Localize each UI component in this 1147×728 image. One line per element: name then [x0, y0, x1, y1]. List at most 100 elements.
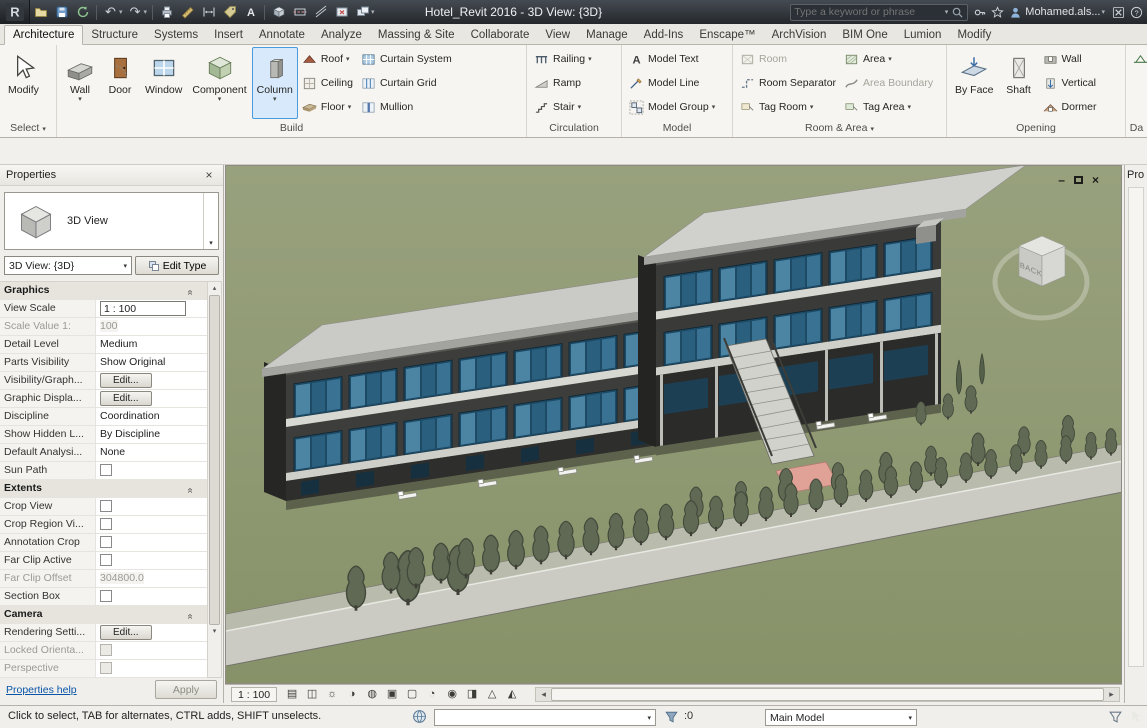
column-button[interactable]: Column ▾ [251, 47, 298, 119]
ribbon-tab[interactable]: Modify [949, 26, 999, 44]
scroll-right-icon[interactable]: ▸ [1104, 688, 1119, 701]
drawing-area[interactable]: BACK – × [225, 165, 1122, 684]
property-value[interactable]: Show Original Show Original [96, 354, 207, 371]
3d-view-canvas[interactable]: BACK [226, 166, 1122, 684]
switch-windows-icon[interactable] [352, 2, 373, 22]
worksets-icon[interactable] [412, 709, 428, 725]
ribbon-tab[interactable]: View [537, 26, 578, 44]
redo-dropdown-icon[interactable]: ▾ [144, 8, 148, 16]
edit-button[interactable]: Edit... [100, 391, 152, 406]
property-value[interactable] [96, 498, 207, 515]
project-browser-partial-title[interactable]: Pro [1125, 165, 1147, 185]
panel-label-circulation[interactable]: Circulation [527, 121, 621, 137]
undo-dropdown-icon[interactable]: ▾ [119, 8, 123, 16]
close-hidden-windows-icon[interactable] [331, 2, 352, 22]
ribbon-tab[interactable]: Structure [83, 26, 146, 44]
search-scope-dropdown-icon[interactable]: ▾ [945, 8, 949, 16]
ribbon-tab[interactable]: ArchVision [764, 26, 835, 44]
shadows-icon[interactable]: ◑ [343, 686, 361, 702]
project-browser-partial[interactable]: Pro [1124, 165, 1147, 703]
edit-button[interactable]: Edit... [100, 373, 152, 388]
print-icon[interactable] [156, 2, 177, 22]
property-value[interactable]: 100 100 [96, 318, 207, 335]
ramp-button[interactable]: Ramp ▾ [530, 71, 596, 95]
show-crop-region-icon[interactable]: ▢ [403, 686, 421, 702]
scrollbar-thumb[interactable] [209, 295, 220, 625]
roof-button[interactable]: Roof ▾ [298, 47, 357, 71]
type-selector[interactable]: 3D View ▾ [4, 192, 219, 250]
checkbox[interactable] [100, 464, 112, 476]
floor-button[interactable]: Floor ▾ [298, 95, 357, 119]
measure-icon[interactable] [177, 2, 198, 22]
vertical-opening-button[interactable]: Vertical ▾ [1039, 71, 1101, 95]
ribbon-tab[interactable]: BIM One [834, 26, 895, 44]
section-icon[interactable] [289, 2, 310, 22]
property-value[interactable] [96, 660, 207, 677]
ribbon-tab[interactable]: Analyze [313, 26, 370, 44]
modify-button[interactable]: Modify [3, 47, 44, 119]
property-value[interactable] [96, 516, 207, 533]
mullion-button[interactable]: Mullion ▾ [357, 95, 456, 119]
reveal-hidden-elements-icon[interactable]: ◉ [443, 686, 461, 702]
edit-type-button[interactable]: Edit Type [135, 256, 219, 275]
synchronize-icon[interactable] [72, 2, 93, 22]
show-analytical-model-icon[interactable]: △ [483, 686, 501, 702]
panel-label-opening[interactable]: Opening [947, 121, 1125, 137]
panel-label-build[interactable]: Build [57, 121, 526, 137]
section-collapse-icon[interactable]: « [182, 614, 199, 620]
wall-button[interactable]: Wall ▾ [60, 47, 100, 119]
property-value[interactable]: Coordination Coordination [96, 408, 207, 425]
property-value[interactable] [96, 588, 207, 605]
scroll-up-icon[interactable]: ▴ [213, 282, 217, 295]
highlight-displacement-icon[interactable]: ◭ [503, 686, 521, 702]
view-restore-icon[interactable] [1073, 176, 1083, 184]
shaft-button[interactable]: Shaft ▾ [999, 47, 1039, 119]
ribbon-tab[interactable]: Massing & Site [370, 26, 463, 44]
favorites-star-icon[interactable] [990, 5, 1004, 19]
property-value[interactable]: None None [96, 444, 207, 461]
tag-room-button[interactable]: Tag Room ▾ [736, 95, 840, 119]
sun-path-icon[interactable]: ☼ [323, 686, 341, 702]
search-icon[interactable] [950, 5, 964, 19]
properties-help-link[interactable]: Properties help [6, 684, 77, 696]
curtain-grid-button[interactable]: Curtain Grid ▾ [357, 71, 456, 95]
property-value[interactable]: 1 : 100 1 : 100 [96, 300, 207, 317]
undo-icon[interactable]: ↶ [100, 2, 121, 22]
room-button[interactable]: Room ▾ [736, 47, 840, 71]
text-icon[interactable]: A [240, 2, 261, 22]
section-collapse-icon[interactable]: « [182, 290, 199, 296]
property-value[interactable] [96, 552, 207, 569]
property-value[interactable]: 304800.0 304800.0 [96, 570, 207, 587]
dormer-button[interactable]: Dormer ▾ [1039, 95, 1101, 119]
thin-lines-icon[interactable] [310, 2, 331, 22]
component-button[interactable]: Component ▾ [187, 47, 251, 119]
scroll-down-icon[interactable]: ▾ [213, 625, 217, 638]
property-value[interactable] [96, 642, 207, 659]
detail-level-icon[interactable]: ▤ [283, 686, 301, 702]
subscription-center-icon[interactable] [972, 5, 986, 19]
help-icon[interactable]: ? [1129, 5, 1143, 19]
rendering-dialog-icon[interactable]: ◍ [363, 686, 381, 702]
exclude-options-filter-icon[interactable] [1108, 709, 1124, 725]
section-collapse-icon[interactable]: « [182, 488, 199, 494]
window-button[interactable]: Window ▾ [140, 47, 187, 119]
by-face-button[interactable]: By Face ▾ [950, 47, 999, 119]
ribbon-tab[interactable]: Insert [206, 26, 251, 44]
checkbox[interactable] [100, 554, 112, 566]
view-close-icon[interactable]: × [1092, 174, 1099, 186]
infocenter-search[interactable]: ▾ [790, 3, 969, 21]
temporary-hide-isolate-icon[interactable]: ◔ [423, 686, 441, 702]
search-input[interactable] [794, 6, 947, 18]
ribbon-tab[interactable]: Enscape™ [691, 26, 763, 44]
ribbon-tab[interactable]: Add-Ins [636, 26, 692, 44]
property-value[interactable] [96, 462, 207, 479]
area-boundary-button[interactable]: Area Boundary ▾ [840, 71, 937, 95]
railing-button[interactable]: Railing ▾ [530, 47, 596, 71]
area-button[interactable]: Area ▾ [840, 47, 937, 71]
design-option-select[interactable]: Main Model ▾ [765, 709, 917, 726]
checkbox[interactable] [100, 644, 112, 656]
application-menu-button[interactable]: R [0, 0, 30, 24]
checkbox[interactable] [100, 590, 112, 602]
ribbon-tab[interactable]: Architecture [4, 25, 84, 45]
redo-icon[interactable]: ↷ [125, 2, 146, 22]
